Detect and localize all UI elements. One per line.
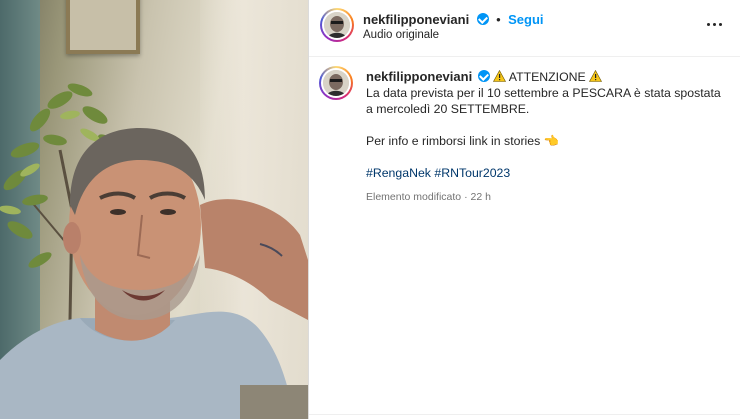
- header-avatar[interactable]: [320, 8, 354, 42]
- bottom-divider: [309, 414, 740, 415]
- post-video[interactable]: [0, 0, 308, 419]
- meta-separator: ·: [464, 191, 468, 203]
- header-separator: •: [496, 12, 501, 27]
- avatar-photo: [324, 12, 350, 38]
- follow-button[interactable]: Segui: [508, 12, 543, 27]
- warning-icon: [589, 70, 603, 82]
- warning-icon: [493, 70, 507, 82]
- person-image: [0, 128, 308, 419]
- caption-meta: Elemento modificato · 22 h: [366, 189, 726, 205]
- more-options-icon[interactable]: [705, 17, 725, 33]
- audio-label[interactable]: Audio originale: [363, 29, 439, 41]
- avatar-photo: [323, 70, 349, 96]
- post-header: nekfilipponeviani • Segui Audio original…: [309, 0, 740, 57]
- caption-text: nekfilipponeviani ATTENZIONE La data pre…: [366, 69, 726, 205]
- header-username[interactable]: nekfilipponeviani: [363, 12, 469, 27]
- caption-line-2: Per info e rimborsi link in stories 👈: [366, 134, 559, 148]
- caption-username[interactable]: nekfilipponeviani: [366, 69, 472, 84]
- edited-label: Elemento modificato: [366, 191, 462, 203]
- caption-line-1: La data prevista per il 10 settembre a P…: [366, 86, 721, 116]
- caption-hashtags[interactable]: #RengaNek #RNTour2023: [366, 165, 726, 181]
- caption-avatar[interactable]: [319, 66, 353, 100]
- caption-attention: ATTENZIONE: [508, 70, 586, 84]
- verified-badge-icon: [477, 70, 490, 82]
- post-time[interactable]: 22 h: [470, 191, 490, 203]
- post-side-panel: nekfilipponeviani • Segui Audio original…: [309, 0, 740, 419]
- verified-badge-icon: [476, 13, 489, 25]
